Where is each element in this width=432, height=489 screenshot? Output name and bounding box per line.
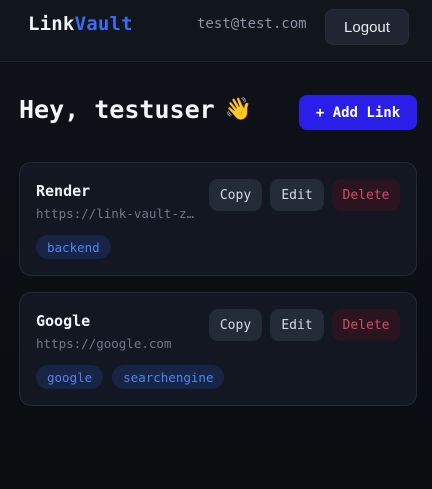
delete-button[interactable]: Delete	[332, 309, 400, 341]
tag-badge[interactable]: searchengine	[112, 365, 225, 389]
edit-button[interactable]: Edit	[270, 179, 324, 211]
wave-emoji-icon: 👋	[224, 97, 253, 122]
top-navbar: LinkVault test@test.com Logout	[0, 0, 432, 62]
tag-list: google searchengine	[36, 365, 225, 389]
link-url[interactable]: https://link-vault-z…	[36, 206, 196, 221]
copy-button[interactable]: Copy	[209, 179, 262, 211]
link-title: Google	[36, 312, 91, 330]
brand-logo-part1: Link	[28, 13, 75, 35]
copy-button[interactable]: Copy	[209, 309, 262, 341]
user-email: test@test.com	[197, 16, 307, 32]
greeting-text: Hey, testuser	[19, 95, 215, 124]
link-card: Google https://google.com Copy Edit Dele…	[19, 292, 417, 406]
delete-button[interactable]: Delete	[332, 179, 400, 211]
brand-logo[interactable]: LinkVault	[28, 13, 133, 35]
link-title: Render	[36, 182, 91, 200]
tag-badge[interactable]: backend	[36, 235, 111, 259]
add-link-button[interactable]: + Add Link	[299, 95, 417, 130]
brand-logo-part2: Vault	[74, 13, 133, 35]
page-greeting: Hey, testuser 👋	[19, 95, 252, 124]
edit-button[interactable]: Edit	[270, 309, 324, 341]
tag-list: backend	[36, 235, 111, 259]
link-card: Render https://link-vault-z… Copy Edit D…	[19, 162, 417, 276]
tag-badge[interactable]: google	[36, 365, 104, 389]
link-url[interactable]: https://google.com	[36, 336, 196, 351]
logout-button[interactable]: Logout	[325, 9, 409, 45]
